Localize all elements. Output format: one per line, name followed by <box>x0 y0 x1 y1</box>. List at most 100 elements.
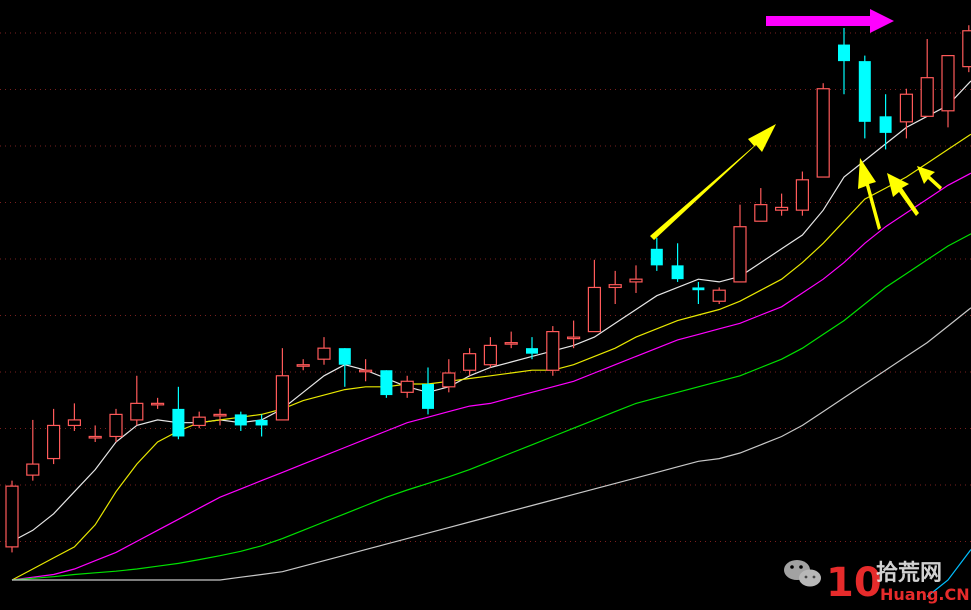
candle-body-up <box>88 435 102 439</box>
candle-body-up <box>296 364 310 367</box>
candle-body-up <box>463 353 477 371</box>
candle <box>359 359 373 382</box>
candle-body-down <box>526 348 538 354</box>
candle-body-up <box>275 375 289 421</box>
candle <box>46 408 61 465</box>
candle-body-up <box>920 77 934 117</box>
ma-line-green <box>11 233 971 581</box>
candle-body-up <box>941 54 955 112</box>
candle <box>920 39 934 117</box>
candle-body-down <box>255 419 268 426</box>
candle-body-up <box>67 419 82 427</box>
candle-body-up <box>962 30 971 68</box>
candle <box>422 367 434 415</box>
candle-body-down <box>380 370 393 396</box>
candle-body-up <box>109 413 123 438</box>
candle <box>400 375 414 398</box>
candle-body-up <box>504 342 518 345</box>
candle <box>88 425 102 442</box>
candle <box>275 348 289 421</box>
candle <box>941 54 955 128</box>
candle-body-up <box>213 413 227 417</box>
candle <box>733 204 747 283</box>
candle-body-up <box>795 179 810 211</box>
candle-body-up <box>442 372 456 388</box>
magenta-arrow <box>766 9 894 33</box>
candle-body-up <box>5 485 19 548</box>
candle <box>213 408 227 426</box>
chart-svg: 10 拾荒网 Huang.CN <box>0 9 971 606</box>
candle <box>692 281 705 304</box>
candle-body-down <box>858 61 871 122</box>
candle-body-up <box>899 93 914 123</box>
candle <box>483 337 497 368</box>
candle <box>5 480 19 553</box>
candle-body-down <box>172 408 185 437</box>
candle-body-up <box>192 416 206 427</box>
candle-body-up <box>587 286 602 333</box>
yellow-arrow-3 <box>917 166 942 190</box>
candle-body-up <box>774 206 789 211</box>
yellow-arrow-large <box>650 124 776 240</box>
watermark-brand: 拾荒网 <box>876 560 942 586</box>
candle <box>172 386 185 440</box>
candle <box>26 419 40 481</box>
candle <box>962 25 971 73</box>
candle-body-up <box>566 336 581 340</box>
candle <box>754 188 768 222</box>
wechat-icon <box>784 560 821 587</box>
candle <box>130 375 144 426</box>
candle-body-down <box>422 384 434 409</box>
candle <box>109 408 123 442</box>
candle <box>504 331 518 349</box>
candle-body-up <box>483 344 497 366</box>
candle <box>858 55 871 139</box>
candle-body-up <box>400 380 414 393</box>
candle <box>795 171 810 216</box>
candle-body-up <box>816 88 830 178</box>
yellow-arrow-1 <box>858 158 881 230</box>
candle <box>774 193 789 216</box>
candle <box>296 359 310 371</box>
candle-body-up <box>546 331 560 371</box>
candle-body-up <box>629 278 643 283</box>
candle-body-down <box>338 348 351 365</box>
candle-body-down <box>692 287 705 291</box>
candle-body-up <box>733 226 747 283</box>
candle <box>671 243 684 282</box>
candle-body-down <box>234 414 247 426</box>
candle <box>608 270 622 304</box>
candle <box>151 397 165 409</box>
candle <box>712 287 726 304</box>
candle <box>650 237 663 271</box>
watermark: 10 拾荒网 Huang.CN <box>784 560 970 606</box>
candle <box>587 259 602 333</box>
candles <box>5 25 971 553</box>
candle <box>442 359 456 393</box>
candle <box>380 370 393 398</box>
candle-body-up <box>712 289 726 302</box>
candle-body-up <box>359 369 373 373</box>
candle <box>629 265 643 293</box>
candle <box>317 337 331 365</box>
candle-body-down <box>838 44 850 62</box>
candle-body-down <box>671 265 684 280</box>
candle <box>838 28 850 95</box>
ma-line-magenta <box>11 172 971 581</box>
candle <box>546 326 560 376</box>
candle <box>816 83 830 178</box>
candle-body-down <box>650 248 663 266</box>
watermark-domain: Huang.CN <box>880 585 970 604</box>
watermark-logo: 10 <box>826 560 882 606</box>
candle-body-up <box>754 204 768 222</box>
candle-body-up <box>151 402 165 406</box>
candle <box>67 403 82 431</box>
candle-body-up <box>608 284 622 289</box>
candle-body-up <box>317 347 331 360</box>
candle-body-down <box>879 116 892 133</box>
candle-body-up <box>130 402 144 421</box>
candlestick-chart: 10 拾荒网 Huang.CN <box>0 0 971 610</box>
candle-body-up <box>46 424 61 460</box>
candle-body-up <box>26 463 40 476</box>
candle <box>192 411 206 429</box>
